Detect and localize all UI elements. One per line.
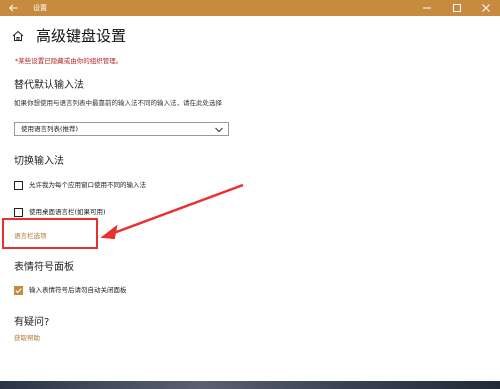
help-section-title: 有疑问? bbox=[14, 317, 50, 328]
emoji-panel-checkbox[interactable] bbox=[14, 285, 23, 295]
desktop-language-bar-option[interactable]: 使用桌面语言栏(如果可用) bbox=[14, 206, 106, 218]
page-title: 高级键盘设置 bbox=[36, 27, 127, 45]
home-icon bbox=[12, 30, 24, 41]
get-help-link[interactable]: 获取帮助 bbox=[14, 333, 40, 343]
back-arrow-icon bbox=[8, 4, 17, 12]
per-app-input-label: 允许我为每个应用窗口使用不同的输入法 bbox=[29, 181, 146, 189]
emoji-panel-section-title: 表情符号面板 bbox=[14, 262, 74, 273]
close-icon bbox=[482, 4, 490, 12]
switch-input-section-title: 切换输入法 bbox=[14, 156, 64, 167]
desktop-taskbar bbox=[0, 381, 500, 389]
emoji-panel-option[interactable]: 输入表情符号后请勿自动关闭面板 bbox=[14, 284, 127, 296]
dropdown-selected-value: 使用语言列表(推荐) bbox=[21, 125, 79, 133]
desktop-language-bar-checkbox[interactable] bbox=[14, 207, 23, 217]
maximize-icon bbox=[453, 4, 461, 12]
annotation-highlight-box bbox=[2, 218, 98, 249]
minimize-icon bbox=[423, 7, 431, 9]
close-button[interactable] bbox=[472, 0, 500, 16]
per-app-input-option[interactable]: 允许我为每个应用窗口使用不同的输入法 bbox=[14, 179, 146, 191]
managed-notice: *某些设置已隐藏或由你的组织管理。 bbox=[15, 57, 123, 65]
desktop-language-bar-label: 使用桌面语言栏(如果可用) bbox=[29, 208, 106, 216]
default-input-dropdown[interactable]: 使用语言列表(推荐) bbox=[14, 122, 229, 136]
home-button[interactable] bbox=[12, 26, 24, 46]
settings-window: 设置 高级键盘设置 *某些设置已隐藏或由你的组织管理。 替代默认输入法 如果你想… bbox=[0, 0, 500, 381]
window-title: 设置 bbox=[33, 4, 47, 12]
maximize-button[interactable] bbox=[442, 0, 472, 16]
default-input-description: 如果你想使用与语言列表中最靠前的输入法不同的输入法，请在此处选择 bbox=[14, 99, 222, 107]
back-button[interactable] bbox=[0, 0, 26, 16]
chevron-down-icon bbox=[215, 127, 223, 133]
title-bar: 设置 bbox=[0, 0, 500, 16]
emoji-panel-label: 输入表情符号后请勿自动关闭面板 bbox=[29, 286, 127, 294]
per-app-input-checkbox[interactable] bbox=[14, 180, 23, 190]
checkmark-icon bbox=[15, 287, 22, 293]
minimize-button[interactable] bbox=[412, 0, 442, 16]
default-input-section-title: 替代默认输入法 bbox=[14, 80, 84, 91]
